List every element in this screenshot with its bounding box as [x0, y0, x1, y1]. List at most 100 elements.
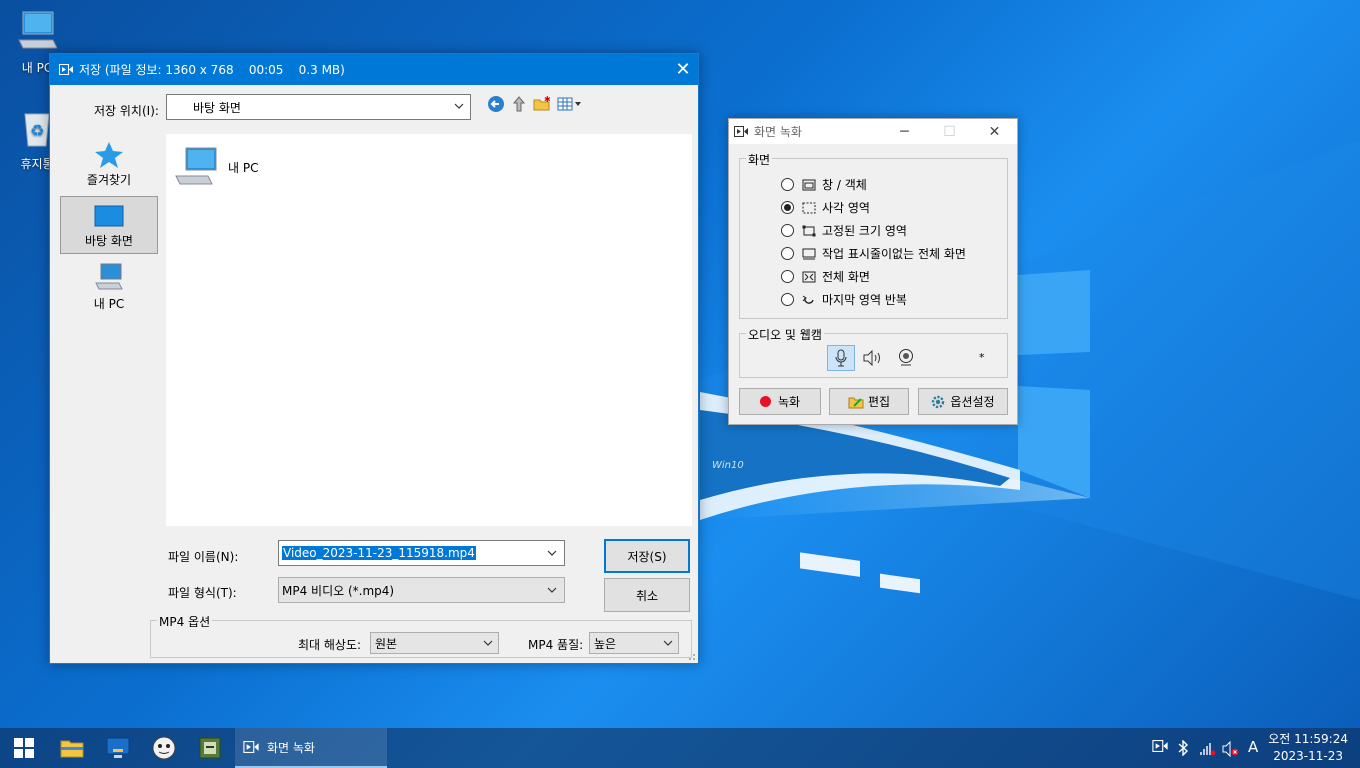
view-menu-icon[interactable] [557, 95, 583, 113]
save-dialog-title: 저장 (파일 정보: 1360 x 768 00:05 0.3 MB) [79, 63, 345, 77]
radio-button[interactable] [781, 201, 794, 214]
filename-input[interactable]: Video_2023-11-23_115918.mp4 [278, 540, 565, 566]
save-button[interactable]: 저장(S) [604, 539, 690, 573]
computer-icon [95, 263, 123, 290]
radio-button[interactable] [781, 247, 794, 260]
filetype-label: 파일 형식(T): [168, 586, 237, 600]
volume-muted-icon[interactable] [1222, 741, 1240, 757]
mode-fixed-size[interactable]: 고정된 크기 영역 [781, 222, 907, 239]
place-label: 내 PC [93, 297, 125, 311]
options-button[interactable]: 옵션설정 [918, 388, 1008, 415]
file-list[interactable]: 내 PC [166, 134, 692, 526]
folder-icon [60, 740, 84, 758]
taskbar-app-3[interactable] [142, 728, 186, 768]
mode-rectangle[interactable]: 사각 영역 [781, 199, 870, 216]
chevron-down-icon[interactable] [546, 547, 558, 559]
mode-label: 창 / 객체 [822, 178, 867, 192]
computer-icon [18, 11, 58, 49]
fixed-rect-icon [802, 225, 816, 236]
monitor-icon [802, 248, 816, 259]
close-button[interactable]: ✕ [972, 124, 1017, 140]
location-label: 저장 위치(I): [94, 104, 159, 118]
radio-button[interactable] [781, 224, 794, 237]
star-icon [95, 142, 123, 168]
up-folder-icon[interactable] [510, 95, 528, 113]
taskbar: 화면 녹화 A 오전 11:59:24 2023-11-23 [0, 728, 1360, 768]
mode-window-object[interactable]: 창 / 객체 [781, 176, 867, 193]
cancel-button-label: 취소 [635, 588, 659, 603]
radio-button[interactable] [781, 293, 794, 306]
location-value: 바탕 화면 [193, 100, 241, 115]
record-button-label: 녹화 [777, 395, 801, 409]
microphone-toggle[interactable] [827, 345, 855, 371]
place-my-pc[interactable]: 내 PC [60, 258, 158, 316]
taskbar-app-2[interactable] [96, 728, 140, 768]
save-dialog-titlebar[interactable]: 저장 (파일 정보: 1360 x 768 00:05 0.3 MB) ✕ [50, 54, 698, 85]
cancel-button[interactable]: 취소 [604, 578, 690, 612]
place-favorites[interactable]: 즐겨찾기 [60, 134, 158, 192]
max-res-value: 원본 [375, 636, 398, 651]
video-camera-icon [734, 126, 748, 137]
mode-label: 작업 표시줄이없는 전체 화면 [822, 247, 966, 261]
taskbar-screen-recorder[interactable]: 화면 녹화 [235, 728, 387, 768]
back-icon[interactable] [487, 95, 505, 113]
close-icon: ✕ [675, 59, 691, 80]
taskbar-file-explorer[interactable] [50, 728, 94, 768]
settings-asterisk[interactable]: * [979, 351, 985, 364]
webcam-icon[interactable] [897, 348, 915, 366]
quality-value: 높은 [594, 636, 617, 651]
taskbar-app-label: 화면 녹화 [267, 740, 315, 755]
microphone-icon [835, 349, 847, 367]
max-res-select[interactable]: 원본 [370, 632, 499, 654]
mode-repeat-last[interactable]: 마지막 영역 반복 [781, 291, 907, 308]
mode-label: 전체 화면 [822, 270, 870, 284]
clock-time: 오전 11:59:24 [1268, 732, 1348, 746]
mp4-options-group: MP4 옵션 최대 해상도: 원본 MP4 품질: 높은 [150, 613, 692, 658]
resize-grip-icon[interactable] [686, 651, 696, 661]
new-folder-icon[interactable]: ✱ [533, 95, 551, 113]
location-combo[interactable]: 바탕 화면 [166, 94, 471, 120]
character-app-icon [152, 736, 176, 760]
network-icon[interactable] [1200, 742, 1216, 756]
video-camera-icon[interactable] [1152, 740, 1168, 752]
speaker-icon[interactable] [863, 350, 883, 366]
video-camera-icon [243, 741, 259, 753]
quality-select[interactable]: 높은 [589, 632, 679, 654]
desktop-icon [94, 205, 124, 227]
taskbar-app-4[interactable] [188, 728, 232, 768]
bluetooth-icon[interactable] [1177, 740, 1189, 756]
ime-indicator[interactable]: A [1248, 738, 1258, 756]
record-button[interactable]: 녹화 [739, 388, 821, 415]
close-button[interactable]: ✕ [668, 55, 698, 85]
filetype-select[interactable]: MP4 비디오 (*.mp4) [278, 577, 565, 603]
group-legend: 오디오 및 웹캠 [746, 326, 824, 343]
edit-button[interactable]: 편집 [829, 388, 909, 415]
recorder-titlebar[interactable]: 화면 녹화 ─ ☐ ✕ [729, 119, 1017, 144]
mode-fullscreen-no-taskbar[interactable]: 작업 표시줄이없는 전체 화면 [781, 245, 966, 262]
place-label: 즐겨찾기 [86, 173, 132, 187]
minimize-button[interactable]: ─ [882, 124, 927, 140]
radio-button[interactable] [781, 178, 794, 191]
radio-button[interactable] [781, 270, 794, 283]
filename-label: 파일 이름(N): [168, 550, 239, 564]
mode-label: 사각 영역 [822, 201, 870, 215]
clock-date: 2023-11-23 [1273, 749, 1343, 763]
mode-label: 마지막 영역 반복 [822, 293, 907, 307]
recorder-title: 화면 녹화 [754, 125, 802, 139]
computer-icon [175, 147, 217, 185]
save-dialog: 저장 (파일 정보: 1360 x 768 00:05 0.3 MB) ✕ 저장… [49, 53, 699, 664]
list-item[interactable]: 내 PC [174, 146, 258, 188]
clock[interactable]: 오전 11:59:24 2023-11-23 [1268, 731, 1348, 765]
chevron-down-icon [547, 587, 557, 593]
mode-fullscreen[interactable]: 전체 화면 [781, 268, 870, 285]
chevron-down-icon [454, 103, 464, 109]
file-name: 내 PC [228, 160, 259, 175]
group-legend: 화면 [746, 151, 773, 168]
video-camera-icon [59, 64, 73, 75]
place-desktop[interactable]: 바탕 화면 [60, 196, 158, 254]
chevron-down-icon [483, 640, 493, 646]
filename-value: Video_2023-11-23_115918.mp4 [282, 546, 476, 560]
chip-app-icon [199, 737, 221, 759]
group-legend: MP4 옵션 [157, 613, 213, 630]
start-button[interactable] [0, 728, 48, 768]
